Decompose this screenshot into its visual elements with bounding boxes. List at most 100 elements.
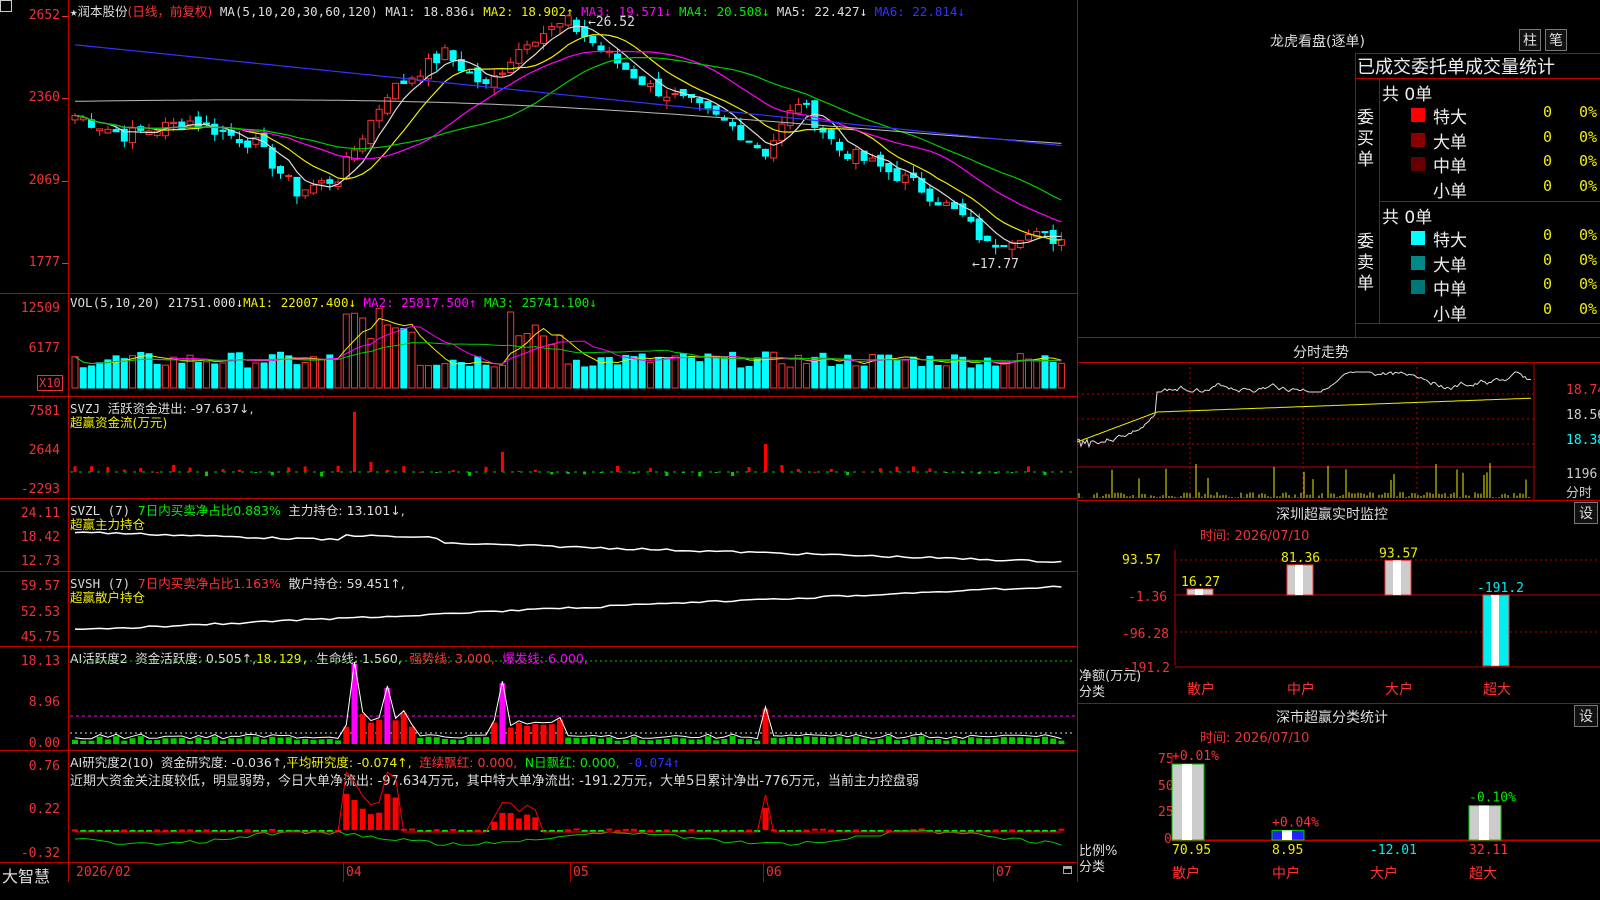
ratio-change-label: -0.10%	[1469, 791, 1516, 806]
candlestick	[400, 80, 408, 85]
fund-flow-bar	[402, 466, 406, 472]
activity-bar	[474, 737, 481, 744]
volume-bar	[301, 361, 309, 389]
bar-highlight	[1491, 595, 1499, 666]
fund-flow-bar	[829, 468, 833, 472]
cls-stat-chart[interactable]: +0.01% 70.95 散户 +0.04% 8.95 中户 -12.01 大户 -0.10% 3…	[1077, 745, 1600, 900]
research-bar	[187, 829, 194, 832]
candlestick	[770, 140, 778, 159]
research-bar	[376, 812, 383, 830]
activity-bar	[820, 737, 827, 744]
research-bar	[918, 828, 925, 831]
research-bar	[244, 829, 251, 832]
volume-bar	[901, 358, 909, 389]
lock-icon[interactable]	[1063, 866, 1072, 874]
order-size-label: 大单	[1433, 255, 1467, 276]
activity-bar	[318, 739, 325, 744]
volume-bar	[704, 353, 712, 389]
fund-flow-bar	[796, 468, 800, 472]
volume-bar	[227, 352, 235, 389]
research-bar	[811, 828, 818, 831]
volume-bar	[778, 363, 786, 389]
sz-monitor-chart[interactable]: 16.27 散户 81.36 中户 93.57 大户 -191.2 超大	[1077, 545, 1600, 697]
candlestick	[704, 101, 712, 109]
sz-title: 深圳超赢实时监控	[1276, 507, 1388, 523]
fund-flow-bar	[566, 472, 570, 474]
fund-flow-bar	[977, 472, 981, 475]
volume-bar	[490, 366, 498, 389]
fund-flow-bar	[813, 471, 817, 473]
activity-bar	[565, 737, 572, 744]
activity-bar	[145, 740, 152, 744]
sz-settings-button[interactable]: 设	[1574, 502, 1598, 524]
activity-bar	[540, 724, 547, 744]
cls-settings-button[interactable]: 设	[1574, 705, 1598, 727]
stroke-mode-button[interactable]: 笔	[1545, 29, 1567, 51]
fund-flow-bar	[435, 472, 439, 473]
fund-flow-bar	[352, 412, 356, 472]
activity-bar	[770, 737, 777, 744]
bar-mode-button[interactable]: 柱	[1519, 29, 1541, 51]
fund-flow-bar	[944, 472, 948, 473]
candlestick	[737, 125, 745, 141]
fund-flow-bar	[369, 462, 373, 472]
volume-bar	[548, 343, 556, 389]
candlestick	[186, 120, 194, 126]
sell-order-label: 委卖单	[1357, 232, 1374, 294]
candlestick	[638, 76, 646, 86]
fund-flow-bar	[205, 472, 209, 477]
activity-bar	[187, 740, 194, 744]
activity-bar	[581, 738, 588, 744]
candlestick	[531, 41, 539, 47]
volume-bar	[811, 356, 819, 389]
candlestick	[466, 71, 474, 74]
candlestick	[211, 123, 219, 135]
volume-bar	[696, 361, 704, 389]
research-bar	[622, 828, 629, 831]
intraday-chart[interactable]	[1077, 362, 1600, 500]
lh-header: 已成交委托单成交量统计	[1357, 57, 1555, 78]
category-label: 中户	[1287, 681, 1315, 697]
research-line	[75, 770, 1062, 833]
volume-bar	[1057, 362, 1065, 389]
candlestick	[170, 121, 178, 125]
kline-chart[interactable]: ←26.52 ←17.77	[0, 0, 1077, 862]
activity-bar	[425, 736, 432, 744]
activity-bar	[836, 736, 843, 744]
order-count: 0	[1543, 226, 1553, 244]
volume-bar	[992, 365, 1000, 389]
candlestick	[433, 53, 441, 64]
volume-bar	[786, 366, 794, 389]
bar-value-label: 16.27	[1181, 575, 1220, 590]
research-bar	[762, 808, 769, 830]
volume-bar	[441, 363, 449, 389]
candlestick	[893, 168, 901, 182]
activity-bar	[803, 736, 810, 744]
candlestick	[219, 129, 227, 132]
candlestick	[992, 244, 1000, 248]
research-bar	[820, 828, 827, 831]
activity-bar	[935, 739, 942, 744]
volume-bar	[244, 367, 252, 389]
brand-logo[interactable]: 大智慧	[2, 863, 50, 887]
activity-bar	[72, 739, 78, 744]
activity-bar	[244, 736, 251, 744]
activity-bar	[902, 739, 909, 744]
x-tick-label: 2026/02	[76, 865, 131, 880]
activity-bar	[285, 737, 292, 744]
fund-flow-bar	[879, 468, 883, 472]
divider	[1077, 703, 1600, 704]
x-tick	[570, 862, 571, 882]
fund-flow-bar	[155, 471, 159, 473]
volume-bar	[926, 355, 934, 389]
volume-bar	[893, 359, 901, 389]
buy-row: 小单 0 0%	[1409, 177, 1600, 202]
volume-bar	[211, 363, 219, 389]
research-bar	[269, 828, 276, 831]
candlestick	[1041, 231, 1049, 234]
category-label: 散户	[1187, 681, 1215, 697]
category-label: 散户	[1172, 865, 1200, 882]
fund-flow-bar	[517, 470, 521, 472]
activity-bar	[1017, 737, 1024, 744]
candlestick	[967, 216, 975, 222]
